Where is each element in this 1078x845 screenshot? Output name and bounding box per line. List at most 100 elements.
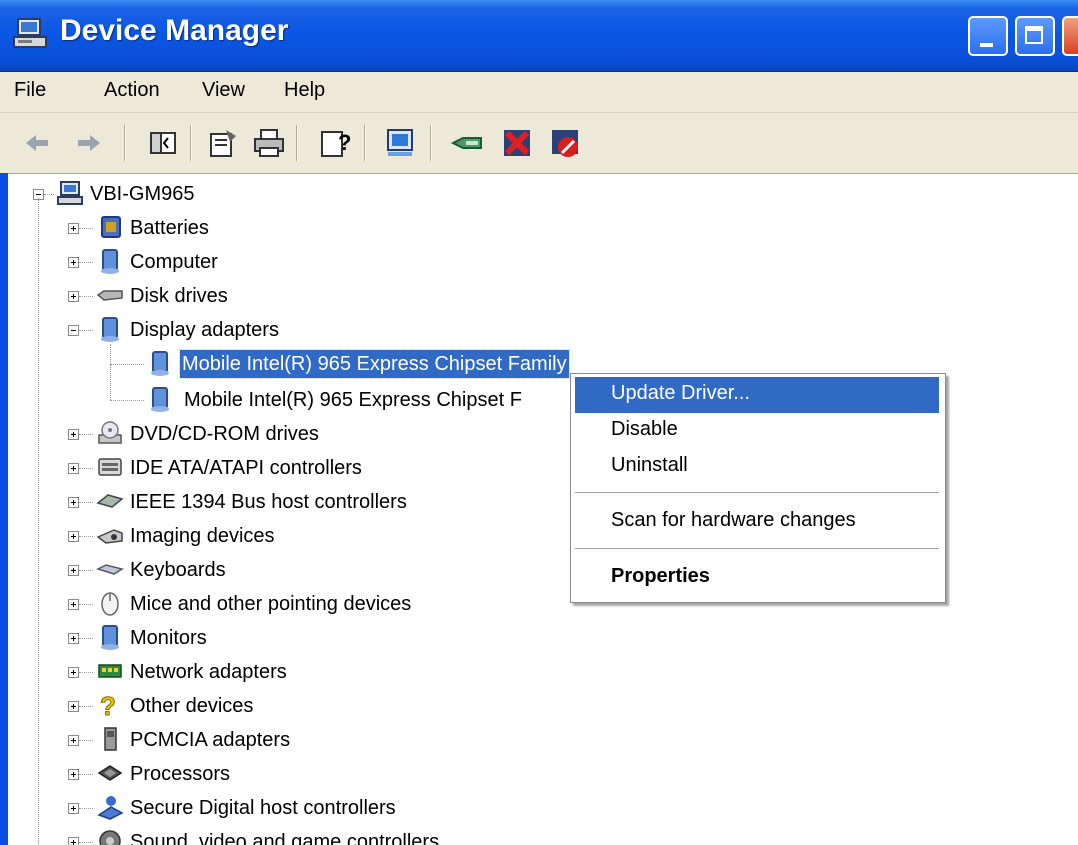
print-icon[interactable]	[252, 126, 286, 160]
expand-toggle[interactable]	[68, 633, 79, 644]
tree-connector	[79, 672, 93, 673]
node-label: PCMCIA adapters	[130, 729, 291, 751]
expand-toggle[interactable]	[68, 257, 79, 268]
tree-node-ieee-1394-bus-host-controllers[interactable]: IEEE 1394 Bus host controllers	[8, 486, 508, 518]
expand-toggle[interactable]	[68, 769, 79, 780]
menu-item-label: Properties	[611, 565, 710, 587]
tree-connector	[79, 604, 93, 605]
node-label: Other devices	[130, 695, 254, 717]
tree-connector	[79, 774, 93, 775]
context-menu-uninstall[interactable]: Uninstall	[575, 449, 939, 485]
expand-toggle[interactable]	[68, 837, 79, 845]
minimize-button[interactable]	[968, 16, 1008, 56]
tree-node-disk-drives[interactable]: Disk drives	[8, 280, 508, 312]
uninstall-icon[interactable]	[500, 126, 534, 160]
ieee1394-icon	[96, 494, 124, 508]
sound-icon	[99, 830, 121, 845]
title-bar[interactable]: Device Manager	[0, 0, 1078, 72]
node-label: Keyboards	[130, 559, 226, 581]
tree-root-node[interactable]: VBI-GM965	[8, 178, 408, 210]
tree-connector	[79, 262, 93, 263]
expand-toggle[interactable]	[68, 223, 79, 234]
context-menu-scan-hardware[interactable]: Scan for hardware changes	[575, 504, 939, 540]
node-label-selected: Mobile Intel(R) 965 Express Chipset Fami…	[179, 349, 570, 379]
question-mark-icon: ?	[100, 691, 117, 719]
tree-connector	[44, 194, 54, 195]
tree-node-ide-ata-atapi-controllers[interactable]: IDE ATA/ATAPI controllers	[8, 452, 508, 484]
tree-node-processors[interactable]: Processors	[8, 758, 508, 790]
node-label: Disk drives	[130, 285, 228, 307]
expand-toggle[interactable]	[68, 429, 79, 440]
context-menu-properties[interactable]: Properties	[575, 560, 939, 596]
tree-node-display-adapter-1[interactable]: Mobile Intel(R) 965 Express Chipset Fami…	[8, 348, 648, 380]
tree-node-mice-and-other-pointing-devices[interactable]: Mice and other pointing devices	[8, 588, 508, 620]
properties-icon[interactable]	[206, 126, 240, 160]
menu-action[interactable]: Action	[104, 79, 160, 102]
node-label: Network adapters	[130, 661, 287, 683]
disable-icon[interactable]	[548, 126, 582, 160]
node-label: Imaging devices	[130, 525, 275, 547]
node-label: Computer	[130, 251, 218, 273]
tree-node-display-adapters[interactable]: Display adapters	[8, 314, 508, 346]
tree-node-sound-video-and-game-controllers[interactable]: Sound, video and game controllers	[8, 826, 568, 845]
expand-toggle[interactable]	[68, 735, 79, 746]
back-arrow-icon[interactable]	[20, 126, 54, 160]
node-label: IEEE 1394 Bus host controllers	[130, 491, 407, 513]
expand-toggle[interactable]	[68, 599, 79, 610]
expand-toggle[interactable]	[68, 497, 79, 508]
tree-node-computer[interactable]: Computer	[8, 246, 508, 278]
scan-hardware-icon[interactable]	[384, 126, 418, 160]
context-menu: Update Driver... Disable Uninstall Scan …	[570, 373, 946, 603]
expand-toggle[interactable]	[68, 565, 79, 576]
tree-connector	[79, 502, 93, 503]
display-adapter-icon	[101, 317, 119, 342]
tree-node-batteries[interactable]: Batteries	[8, 212, 508, 244]
toolbar-separator	[124, 125, 126, 161]
tree-node-other-devices[interactable]: ? Other devices	[8, 690, 508, 722]
help-icon[interactable]: ?	[318, 126, 352, 160]
menu-item-label: Scan for hardware changes	[611, 509, 856, 531]
tree-node-network-adapters[interactable]: Network adapters	[8, 656, 508, 688]
pcmcia-icon	[104, 727, 117, 751]
update-driver-icon[interactable]	[450, 126, 484, 160]
context-menu-separator	[575, 548, 939, 549]
toolbar-separator	[430, 125, 432, 161]
keyboard-icon	[96, 564, 124, 575]
expand-toggle[interactable]	[68, 667, 79, 678]
tree-root-label: VBI-GM965	[90, 183, 195, 205]
ide-controller-icon	[98, 458, 122, 476]
tree-connector	[79, 638, 93, 639]
tree-node-keyboards[interactable]: Keyboards	[8, 554, 508, 586]
tree-node-secure-digital-host-controllers[interactable]: Secure Digital host controllers	[8, 792, 508, 824]
menu-help[interactable]: Help	[284, 79, 325, 102]
tree-node-pcmcia-adapters[interactable]: PCMCIA adapters	[8, 724, 508, 756]
toolbar-separator	[296, 125, 298, 161]
tree-connector	[79, 228, 93, 229]
processor-icon	[97, 765, 123, 781]
node-label: Display adapters	[130, 319, 279, 341]
tree-node-dvd-cd-rom-drives[interactable]: DVD/CD-ROM drives	[8, 418, 508, 450]
expand-toggle[interactable]	[68, 463, 79, 474]
tree-node-monitors[interactable]: Monitors	[8, 622, 508, 654]
context-menu-disable[interactable]: Disable	[575, 413, 939, 449]
expand-toggle[interactable]	[68, 701, 79, 712]
maximize-button[interactable]	[1015, 16, 1055, 56]
tree-node-imaging-devices[interactable]: Imaging devices	[8, 520, 508, 552]
expand-toggle[interactable]	[68, 803, 79, 814]
node-label: Secure Digital host controllers	[130, 797, 396, 819]
tree-node-display-adapter-2[interactable]: Mobile Intel(R) 965 Express Chipset F	[8, 382, 578, 414]
show-hide-tree-icon[interactable]	[146, 126, 180, 160]
display-adapter-icon	[151, 387, 169, 412]
expand-toggle[interactable]	[68, 291, 79, 302]
expand-toggle[interactable]	[68, 531, 79, 542]
context-menu-separator	[575, 492, 939, 493]
collapse-toggle[interactable]	[68, 325, 79, 336]
close-button[interactable]	[1062, 16, 1078, 56]
context-menu-update-driver[interactable]: Update Driver...	[575, 377, 939, 413]
window-title: Device Manager	[60, 14, 289, 47]
menu-item-label: Disable	[611, 418, 678, 440]
menu-file[interactable]: File	[14, 79, 46, 102]
node-label: Processors	[130, 763, 231, 785]
forward-arrow-icon[interactable]	[72, 126, 106, 160]
menu-view[interactable]: View	[202, 79, 245, 102]
